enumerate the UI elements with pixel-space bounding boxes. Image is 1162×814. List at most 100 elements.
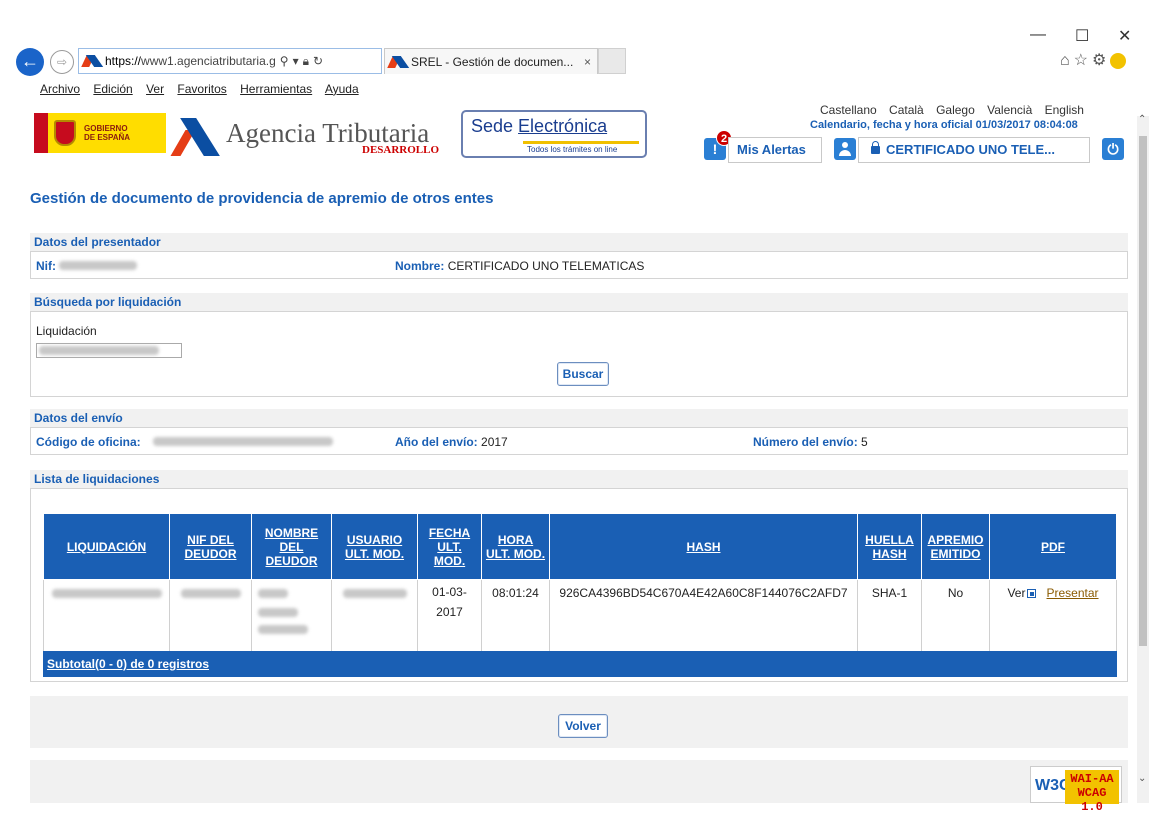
ver-pdf-link[interactable]: Ver xyxy=(1007,586,1037,600)
lock-icon xyxy=(871,141,880,154)
buscar-button[interactable]: Buscar xyxy=(557,362,609,386)
page-title: Gestión de documento de providencia de a… xyxy=(30,190,494,207)
menu-bar: Archivo Edición Ver Favoritos Herramient… xyxy=(40,82,369,96)
coat-of-arms-icon xyxy=(54,120,76,146)
tab-favicon-icon xyxy=(389,55,407,69)
scrollbar-thumb[interactable] xyxy=(1139,136,1147,646)
home-icon[interactable]: ⌂ xyxy=(1060,52,1074,69)
volver-button[interactable]: Volver xyxy=(558,714,608,738)
sede-electronica-logo[interactable]: Sede Electrónica Todos los trámites on l… xyxy=(461,110,647,158)
lock-icon[interactable]: 🔒︎ xyxy=(303,54,309,69)
table-header-row: LIQUIDACIÓN NIF DEL DEUDOR NOMBRE DEL DE… xyxy=(43,513,1117,580)
col-apremio[interactable]: APREMIO EMITIDO xyxy=(921,513,990,580)
settings-gear-icon[interactable]: ⚙ xyxy=(1092,52,1110,69)
numero-value: 5 xyxy=(861,435,868,449)
col-hora[interactable]: HORA ULT. MOD. xyxy=(481,513,550,580)
menu-ver[interactable]: Ver xyxy=(146,82,164,96)
col-pdf[interactable]: PDF xyxy=(989,513,1117,580)
section-lista: Lista de liquidaciones xyxy=(30,470,1128,488)
menu-favoritos[interactable]: Favoritos xyxy=(177,82,226,96)
col-nif-deudor[interactable]: NIF DEL DEUDOR xyxy=(169,513,252,580)
cell-nombre-deudor xyxy=(251,579,332,652)
site-favicon-icon xyxy=(83,54,101,68)
col-usuario[interactable]: USUARIO ULT. MOD. xyxy=(331,513,418,580)
col-fecha[interactable]: FECHA ULT. MOD. xyxy=(417,513,482,580)
lang-valencia[interactable]: Valencià xyxy=(987,103,1032,117)
menu-archivo[interactable]: Archivo xyxy=(40,82,80,96)
environment-label: DESARROLLO xyxy=(362,144,440,156)
table-row: 01-03-2017 08:01:24 926CA4396BD54C670A4E… xyxy=(43,579,1117,652)
address-bar[interactable]: https:// www1.agenciatributaria.g ⚲ ▾ 🔒︎… xyxy=(78,48,382,74)
liquidacion-field-label: Liquidación xyxy=(36,324,97,338)
dropdown-icon[interactable]: ▾ xyxy=(293,54,299,68)
minimize-icon[interactable]: — xyxy=(1030,26,1046,44)
sede-title-1: Sede xyxy=(471,116,519,136)
section-presentador: Datos del presentador xyxy=(30,233,1128,251)
user-icon[interactable] xyxy=(834,138,856,160)
search-icon[interactable]: ⚲ xyxy=(280,54,289,68)
w3c-wai-aa-badge[interactable]: W3C WAI-AA WCAG 1.0 xyxy=(1030,766,1122,814)
back-arrow-icon[interactable]: ← xyxy=(16,48,44,76)
tab-title: SREL - Gestión de documen... xyxy=(411,54,574,69)
gobierno-line1: GOBIERNO xyxy=(84,124,128,133)
open-window-icon xyxy=(1027,589,1037,599)
wai-aa-label: WAI-AA xyxy=(1070,772,1114,786)
cell-hora: 08:01:24 xyxy=(481,579,550,652)
gobierno-line2: DE ESPAÑA xyxy=(84,133,131,142)
toolbar-icons: ⌂☆⚙ xyxy=(1060,50,1127,70)
refresh-icon[interactable]: ↻ xyxy=(313,54,323,68)
numero-label: Número del envío: xyxy=(753,435,858,449)
section-busqueda: Búsqueda por liquidación xyxy=(30,293,1128,311)
new-tab-button[interactable] xyxy=(598,48,626,74)
cell-apremio: No xyxy=(921,579,990,652)
nombre-label: Nombre: xyxy=(395,259,445,273)
lang-galego[interactable]: Galego xyxy=(936,103,975,117)
nif-label: Nif: xyxy=(36,259,56,273)
lang-catala[interactable]: Català xyxy=(889,103,924,117)
col-nombre-deudor[interactable]: NOMBRE DEL DEUDOR xyxy=(251,513,332,580)
forward-arrow-icon[interactable]: ⇨ xyxy=(50,50,74,74)
presentar-link[interactable]: Presentar xyxy=(1047,586,1099,600)
lang-castellano[interactable]: Castellano xyxy=(820,103,877,117)
anio-label: Año del envío: xyxy=(395,435,478,449)
subtotal-link[interactable]: Subtotal(0 - 0) de 0 registros xyxy=(43,651,1117,677)
footer-band xyxy=(30,760,1128,803)
language-selector: Castellano Català Galego Valencià Englis… xyxy=(820,103,1093,117)
menu-ayuda[interactable]: Ayuda xyxy=(325,82,359,96)
close-window-icon[interactable]: ✕ xyxy=(1118,26,1131,46)
nombre-value: CERTIFICADO UNO TELEMATICAS xyxy=(447,259,645,273)
presentador-box: Nif: Nombre: CERTIFICADO UNO TELEMATICAS xyxy=(30,251,1128,279)
nif-value-redacted xyxy=(59,261,137,270)
cell-hash: 926CA4396BD54C670A4E42A60C8F144076C2AFD7 xyxy=(549,579,858,652)
busqueda-box: Liquidación Buscar xyxy=(30,311,1128,397)
feedback-smiley-icon[interactable] xyxy=(1110,52,1127,69)
certificate-label: CERTIFICADO UNO TELE... xyxy=(886,142,1055,157)
envio-box: Código de oficina: Año del envío: 2017 N… xyxy=(30,427,1128,455)
cell-huella: SHA-1 xyxy=(857,579,922,652)
gobierno-espana-logo[interactable]: GOBIERNO DE ESPAÑA xyxy=(34,113,166,153)
col-liquidacion[interactable]: LIQUIDACIÓN xyxy=(43,513,170,580)
maximize-icon[interactable]: ☐ xyxy=(1075,26,1089,46)
liquidacion-input[interactable] xyxy=(36,343,182,358)
scroll-down-arrow-icon[interactable]: ⌄ xyxy=(1138,773,1146,784)
certificate-user-button[interactable]: CERTIFICADO UNO TELE... xyxy=(858,137,1090,163)
oficina-label: Código de oficina: xyxy=(36,435,141,449)
cell-fecha: 01-03-2017 xyxy=(417,579,482,652)
sede-subtitle: Todos los trámites on line xyxy=(527,145,618,154)
url-host: www1.agenciatributaria.g xyxy=(141,54,276,68)
col-huella-hash[interactable]: HUELLA HASH xyxy=(857,513,922,580)
favorites-star-icon[interactable]: ☆ xyxy=(1074,52,1092,69)
lang-english[interactable]: English xyxy=(1045,103,1084,117)
mis-alertas-button[interactable]: Mis Alertas xyxy=(728,137,822,163)
menu-herramientas[interactable]: Herramientas xyxy=(240,82,312,96)
close-tab-icon[interactable]: × xyxy=(584,55,591,69)
liquidaciones-table: LIQUIDACIÓN NIF DEL DEUDOR NOMBRE DEL DE… xyxy=(43,513,1117,652)
agencia-tributaria-logo[interactable]: Agencia Tributaria DESARROLLO xyxy=(168,110,458,160)
scroll-up-arrow-icon[interactable]: ⌃ xyxy=(1138,114,1146,125)
cell-nif-deudor xyxy=(169,579,252,652)
official-calendar-link[interactable]: Calendario, fecha y hora oficial 01/03/2… xyxy=(810,119,1078,131)
logout-power-icon[interactable]: ⏻ xyxy=(1102,138,1124,160)
tab-srel[interactable]: SREL - Gestión de documen... × xyxy=(384,48,598,74)
menu-edicion[interactable]: Edición xyxy=(93,82,132,96)
col-hash[interactable]: HASH xyxy=(549,513,858,580)
